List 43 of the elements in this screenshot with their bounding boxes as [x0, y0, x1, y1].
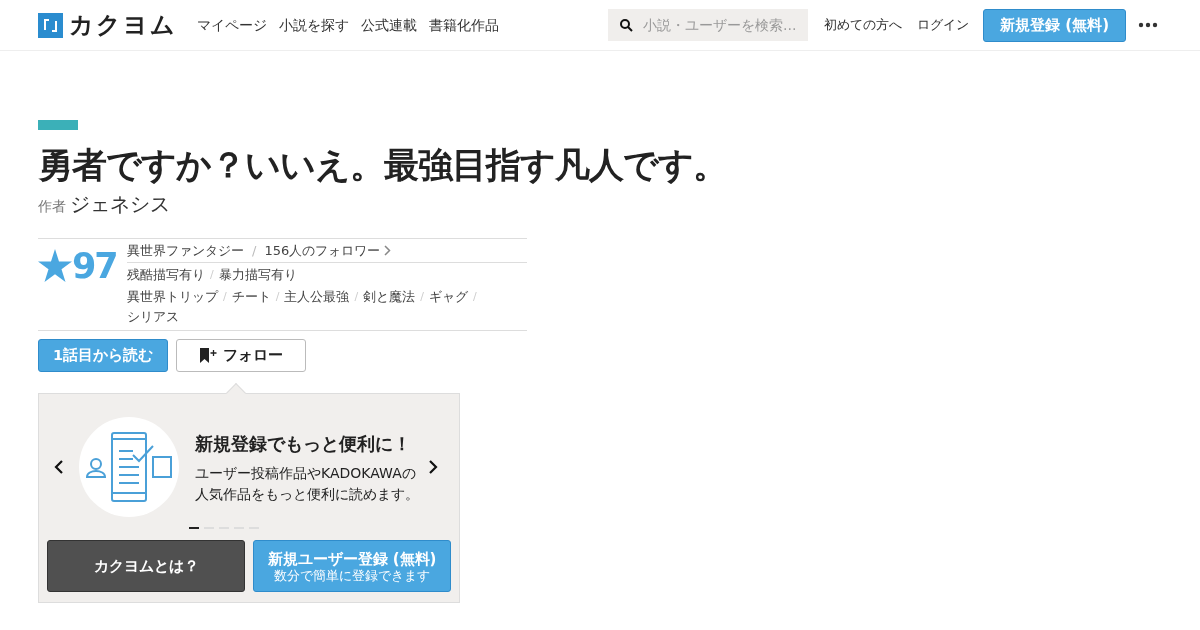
- tag-link[interactable]: ギャグ: [428, 287, 468, 307]
- author-link[interactable]: ジェネシス: [70, 189, 170, 219]
- rating-count: 97: [72, 247, 117, 285]
- genre-link[interactable]: 異世界ファンタジー: [127, 240, 244, 261]
- author-label: 作者: [38, 197, 66, 216]
- tag-link[interactable]: シリアス: [127, 307, 179, 327]
- about-button[interactable]: カクヨムとは？: [47, 540, 245, 592]
- separator: /: [252, 241, 257, 260]
- nav-link[interactable]: 書籍化作品: [429, 14, 499, 36]
- accent-bar: [38, 120, 78, 130]
- promo-text: ユーザー投稿作品やKADOKAWAの人気作品をもっと便利に読めます。: [195, 463, 420, 504]
- bookmark-plus-icon: [199, 348, 219, 363]
- follow-button[interactable]: フォロー: [176, 339, 306, 372]
- next-icon[interactable]: [427, 459, 439, 475]
- nav-link[interactable]: マイページ: [197, 14, 267, 36]
- tag-link[interactable]: 主人公最強: [284, 287, 350, 307]
- search-field[interactable]: 小説・ユーザーを検索…: [608, 9, 809, 41]
- previous-icon[interactable]: [53, 459, 65, 475]
- star-icon: [38, 249, 72, 282]
- header-link[interactable]: ログイン: [917, 15, 970, 35]
- search-icon: [620, 18, 634, 32]
- slide-indicator[interactable]: [189, 527, 199, 529]
- promo-heading: 新規登録でもっと便利に！: [195, 431, 412, 456]
- logo-icon[interactable]: [38, 12, 63, 38]
- tag-link[interactable]: チート: [231, 287, 271, 307]
- nav-link[interactable]: 公式連載: [361, 14, 417, 36]
- tag-link[interactable]: 異世界トリップ: [127, 287, 218, 307]
- separator: /: [222, 289, 228, 305]
- warning-tag[interactable]: 残酷描写有り: [127, 265, 205, 285]
- separator: /: [471, 289, 478, 305]
- nav-link[interactable]: 小説を探す: [279, 14, 349, 36]
- more-icon[interactable]: [1138, 22, 1158, 28]
- logo-text[interactable]: カクヨム: [69, 7, 177, 43]
- separator: /: [209, 266, 215, 283]
- header-link[interactable]: 初めての方へ: [824, 15, 903, 35]
- followers-link[interactable]: 156人のフォロワー: [264, 240, 392, 261]
- chevron-right-icon: [384, 245, 392, 256]
- work-title: 勇者ですか？いいえ。最強目指す凡人です。: [38, 144, 728, 187]
- warning-tag[interactable]: 暴力描写有り: [218, 265, 297, 285]
- tag-link[interactable]: 剣と魔法: [363, 287, 416, 307]
- separator: /: [353, 289, 360, 305]
- separator: /: [419, 289, 425, 305]
- separator: /: [274, 289, 281, 305]
